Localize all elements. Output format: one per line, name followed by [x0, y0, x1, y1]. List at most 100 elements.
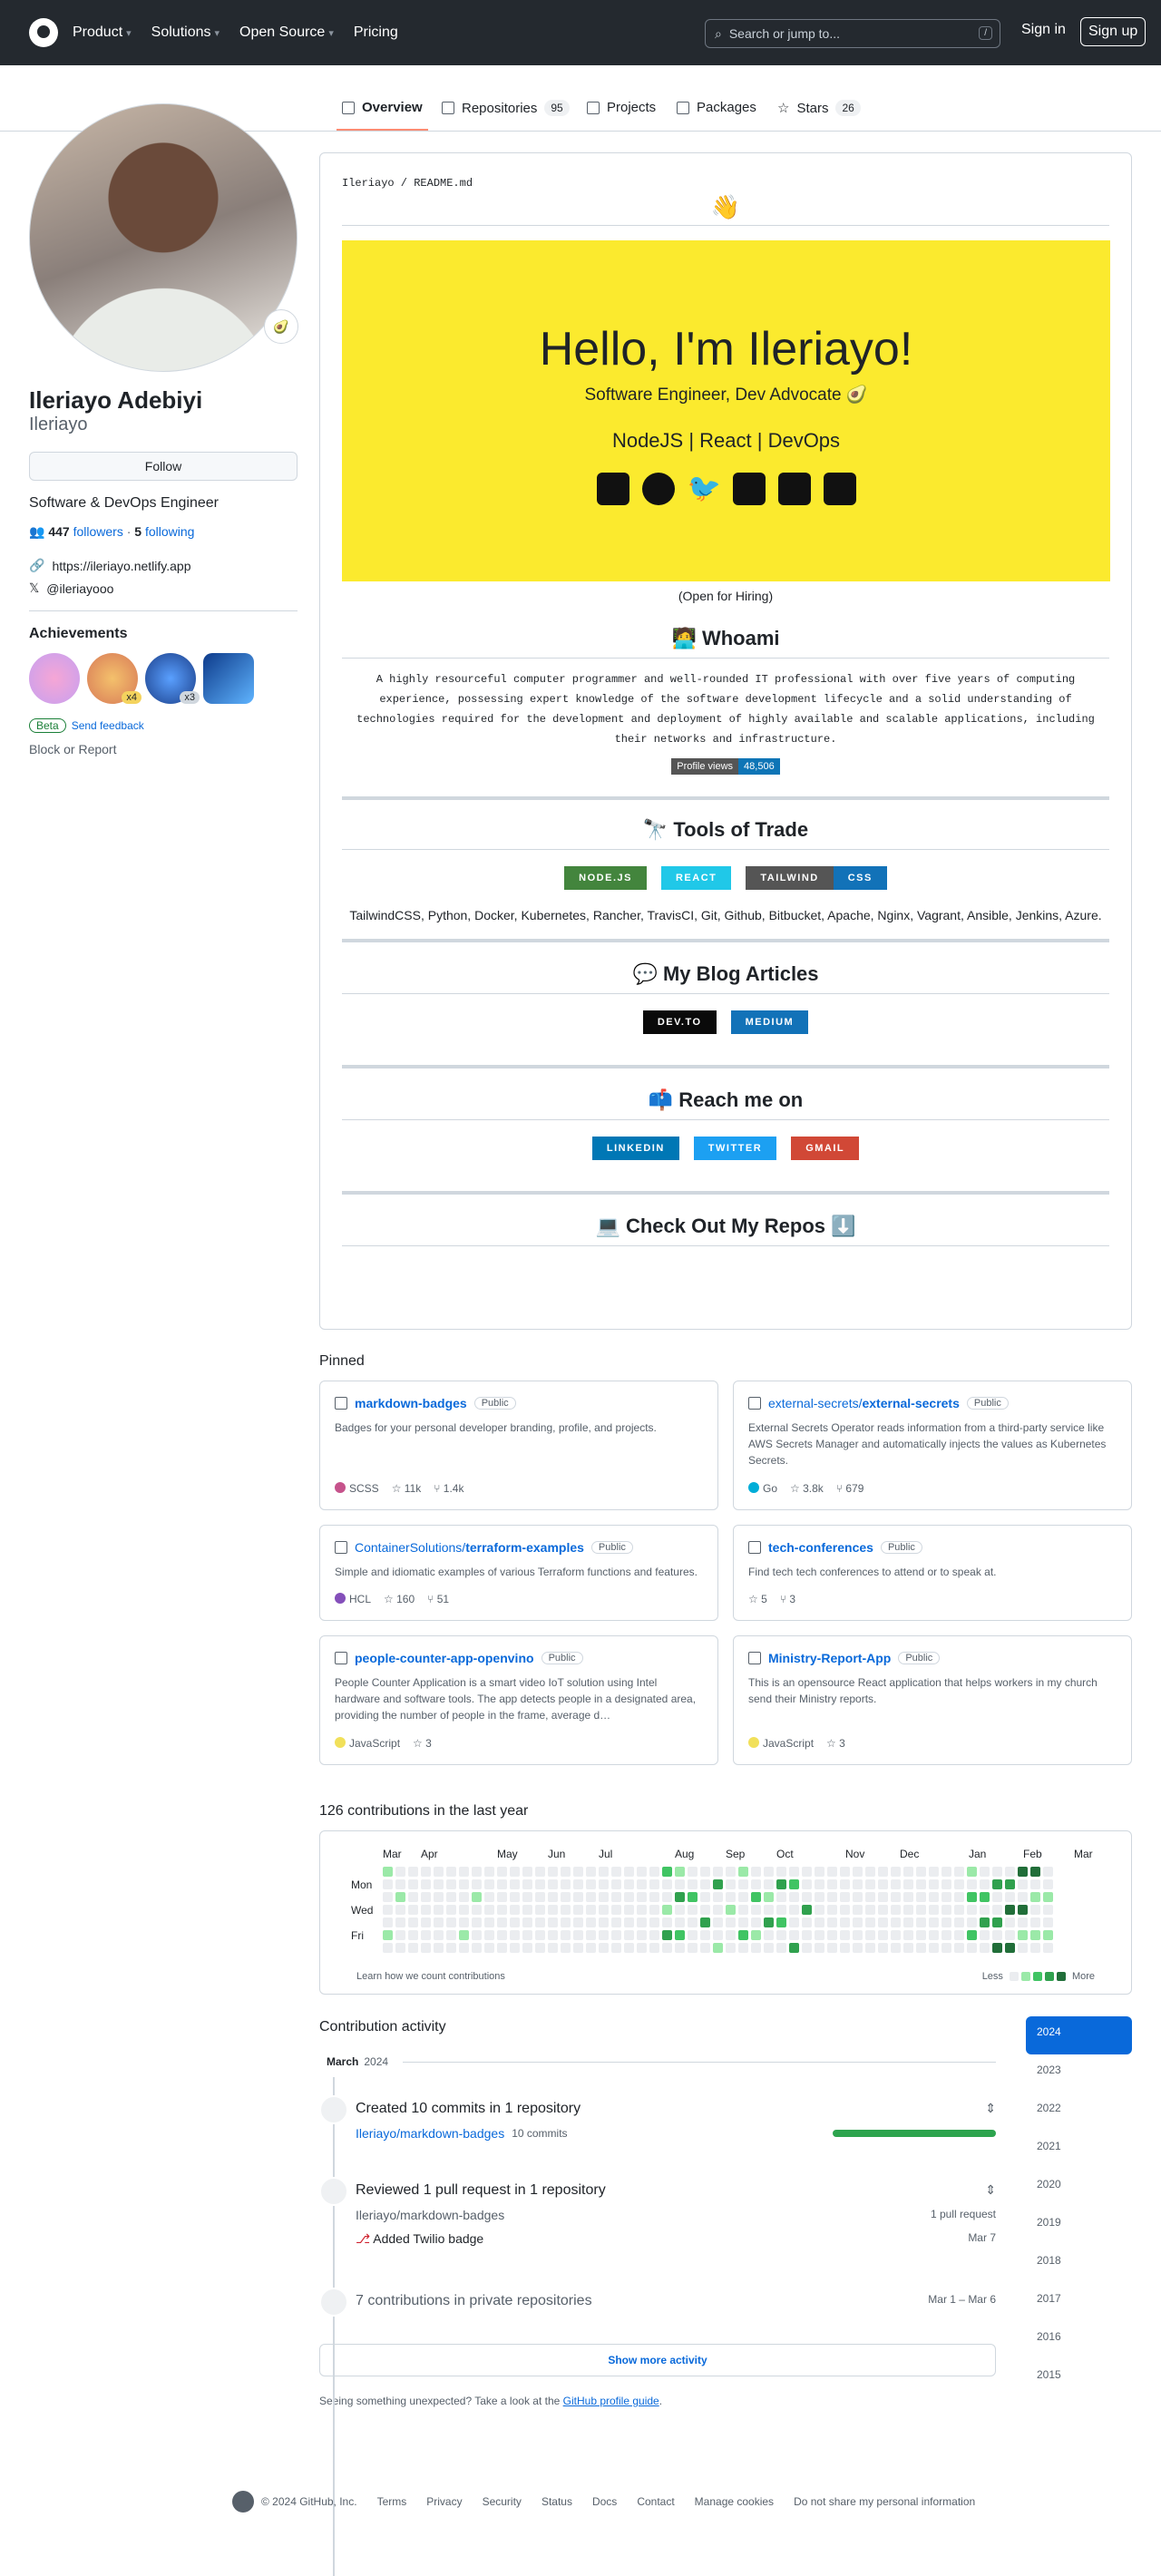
avatar[interactable]: 🥑 [29, 103, 298, 372]
contribution-cell[interactable] [700, 1943, 710, 1953]
contribution-cell[interactable] [954, 1905, 964, 1915]
contribution-cell[interactable] [522, 1943, 532, 1953]
contribution-cell[interactable] [1005, 1879, 1015, 1889]
contribution-cell[interactable] [421, 1917, 431, 1927]
contribution-cell[interactable] [497, 1879, 507, 1889]
contribution-cell[interactable] [878, 1892, 888, 1902]
contribution-cell[interactable] [764, 1905, 774, 1915]
contribution-cell[interactable] [497, 1917, 507, 1927]
contribution-cell[interactable] [751, 1930, 761, 1940]
contribution-cell[interactable] [675, 1930, 685, 1940]
contribution-cell[interactable] [649, 1867, 659, 1877]
contribution-cell[interactable] [599, 1867, 609, 1877]
contribution-cell[interactable] [637, 1905, 647, 1915]
contribution-cell[interactable] [980, 1879, 990, 1889]
footer-link[interactable]: Contact [637, 2495, 674, 2508]
contribution-cell[interactable] [383, 1892, 393, 1902]
contribution-cell[interactable] [802, 1943, 812, 1953]
contribution-cell[interactable] [586, 1943, 596, 1953]
contribution-cell[interactable] [967, 1879, 977, 1889]
gmail-badge[interactable]: GMAIL [791, 1137, 860, 1160]
contribution-cell[interactable] [1043, 1917, 1053, 1927]
contribution-cell[interactable] [573, 1943, 583, 1953]
forks-link[interactable]: ⑂ 3 [780, 1593, 795, 1605]
contribution-cell[interactable] [789, 1892, 799, 1902]
contribution-cell[interactable] [484, 1879, 494, 1889]
contribution-cell[interactable] [903, 1943, 913, 1953]
contribution-cell[interactable] [980, 1943, 990, 1953]
following-link[interactable]: 5 following [134, 524, 194, 539]
quickdraw-badge-icon[interactable]: x3 [145, 653, 200, 704]
contribution-cell[interactable] [1018, 1943, 1028, 1953]
contribution-cell[interactable] [675, 1905, 685, 1915]
contribution-cell[interactable] [865, 1905, 875, 1915]
contribution-cell[interactable] [535, 1905, 545, 1915]
contribution-cell[interactable] [510, 1905, 520, 1915]
contribution-cell[interactable] [1043, 1905, 1053, 1915]
arctic-code-vault-badge-icon[interactable] [203, 653, 254, 704]
contribution-cell[interactable] [1005, 1943, 1015, 1953]
contribution-cell[interactable] [624, 1879, 634, 1889]
contribution-cell[interactable] [980, 1867, 990, 1877]
year-link[interactable]: 2018 [1026, 2245, 1132, 2283]
contribution-cell[interactable] [459, 1892, 469, 1902]
search-input[interactable]: ⌕ Search or jump to... / [705, 19, 1000, 48]
contribution-cell[interactable] [421, 1905, 431, 1915]
contribution-cell[interactable] [992, 1917, 1002, 1927]
contribution-cell[interactable] [713, 1879, 723, 1889]
contribution-cell[interactable] [941, 1879, 951, 1889]
contribution-cell[interactable] [611, 1905, 621, 1915]
learn-contributions-link[interactable]: Learn how we count contributions [356, 1971, 505, 1982]
contribution-cell[interactable] [1030, 1892, 1040, 1902]
contribution-cell[interactable] [548, 1905, 558, 1915]
contribution-cell[interactable] [751, 1917, 761, 1927]
contribution-cell[interactable] [459, 1930, 469, 1940]
contribution-cell[interactable] [688, 1917, 698, 1927]
contribution-cell[interactable] [776, 1892, 786, 1902]
year-link[interactable]: 2017 [1026, 2283, 1132, 2321]
contribution-cell[interactable] [662, 1879, 672, 1889]
contribution-cell[interactable] [700, 1930, 710, 1940]
contribution-cell[interactable] [891, 1867, 901, 1877]
tab-overview[interactable]: Overview [337, 100, 428, 131]
contribution-cell[interactable] [561, 1879, 571, 1889]
contribution-cell[interactable] [916, 1943, 926, 1953]
contribution-cell[interactable] [891, 1892, 901, 1902]
contribution-cell[interactable] [929, 1867, 939, 1877]
contribution-cell[interactable] [688, 1943, 698, 1953]
contribution-cell[interactable] [688, 1930, 698, 1940]
contribution-cell[interactable] [421, 1943, 431, 1953]
contribution-cell[interactable] [713, 1930, 723, 1940]
contribution-cell[interactable] [535, 1917, 545, 1927]
contribution-cell[interactable] [649, 1892, 659, 1902]
contribution-cell[interactable] [789, 1943, 799, 1953]
contribution-cell[interactable] [954, 1892, 964, 1902]
contribution-cell[interactable] [891, 1917, 901, 1927]
contribution-cell[interactable] [472, 1943, 482, 1953]
contribution-cell[interactable] [624, 1905, 634, 1915]
nav-product[interactable]: Product ▾ [73, 24, 132, 41]
contribution-cell[interactable] [561, 1930, 571, 1940]
contribution-cell[interactable] [472, 1879, 482, 1889]
contribution-cell[interactable] [929, 1892, 939, 1902]
contribution-cell[interactable] [675, 1943, 685, 1953]
contribution-cell[interactable] [941, 1943, 951, 1953]
contribution-cell[interactable] [700, 1892, 710, 1902]
footer-link[interactable]: Docs [592, 2495, 617, 2508]
contribution-cell[interactable] [662, 1930, 672, 1940]
contribution-cell[interactable] [649, 1943, 659, 1953]
contribution-cell[interactable] [459, 1867, 469, 1877]
contribution-cell[interactable] [1018, 1905, 1028, 1915]
contribution-cell[interactable] [853, 1930, 863, 1940]
contribution-cell[interactable] [827, 1867, 837, 1877]
contribution-cell[interactable] [408, 1879, 418, 1889]
contribution-cell[interactable] [446, 1892, 456, 1902]
contribution-cell[interactable] [688, 1892, 698, 1902]
contribution-cell[interactable] [675, 1879, 685, 1889]
contribution-cell[interactable] [700, 1917, 710, 1927]
contribution-cell[interactable] [510, 1892, 520, 1902]
contribution-cell[interactable] [688, 1905, 698, 1915]
contribution-cell[interactable] [802, 1879, 812, 1889]
contribution-cell[interactable] [662, 1943, 672, 1953]
contribution-cell[interactable] [446, 1905, 456, 1915]
